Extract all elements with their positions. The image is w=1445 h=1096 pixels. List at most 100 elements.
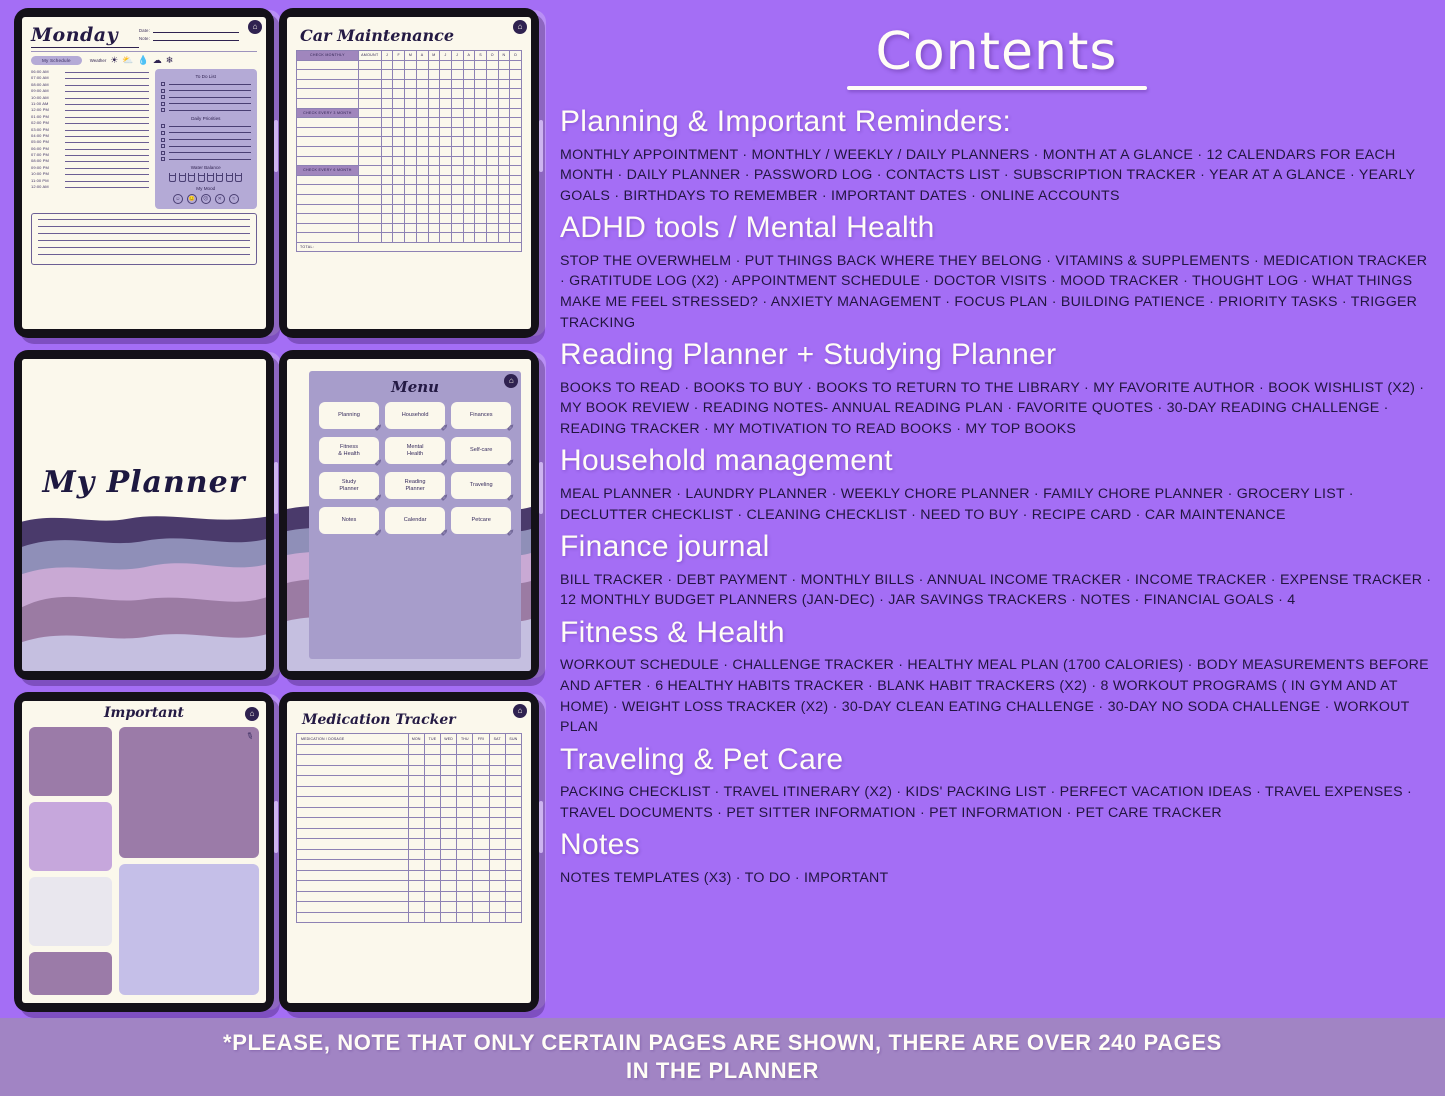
month-cell[interactable]: [427, 117, 441, 128]
month-cell[interactable]: [439, 97, 452, 109]
table-row[interactable]: [296, 203, 522, 215]
month-cell[interactable]: [439, 165, 452, 176]
tired-face-icon[interactable]: ≈: [228, 194, 239, 205]
month-cell[interactable]: [450, 222, 464, 234]
medication-cell[interactable]: [296, 806, 409, 818]
water-glass-icon[interactable]: [216, 173, 224, 183]
day-cell[interactable]: [472, 817, 490, 829]
checkbox[interactable]: [160, 95, 165, 100]
month-cell[interactable]: [485, 174, 499, 186]
schedule-slot[interactable]: 07:00 PM: [31, 152, 149, 157]
item-cell[interactable]: [296, 222, 359, 234]
month-cell[interactable]: [497, 88, 511, 99]
month-cell[interactable]: [380, 117, 394, 128]
month-cell[interactable]: [415, 145, 429, 157]
menu-button-reading-planner[interactable]: Reading Planner ✐: [385, 472, 448, 503]
day-cell[interactable]: [456, 806, 474, 818]
month-cell[interactable]: [404, 107, 417, 119]
day-cell[interactable]: [407, 848, 425, 860]
month-cell[interactable]: [439, 88, 452, 99]
day-cell[interactable]: [472, 796, 490, 808]
month-cell[interactable]: [474, 184, 487, 195]
month-cell[interactable]: [392, 117, 406, 128]
day-cell[interactable]: [440, 775, 458, 787]
home-icon[interactable]: ⌂: [513, 704, 527, 718]
day-cell[interactable]: [407, 796, 425, 808]
month-cell[interactable]: [380, 107, 394, 119]
month-cell[interactable]: [485, 126, 499, 138]
month-cell[interactable]: [380, 213, 394, 224]
month-cell[interactable]: [392, 107, 406, 119]
schedule-write-line[interactable]: [65, 72, 149, 73]
menu-button-notes[interactable]: Notes ✐: [318, 507, 382, 538]
day-cell[interactable]: [504, 796, 523, 808]
day-cell[interactable]: [423, 890, 442, 902]
checkbox[interactable]: [160, 157, 165, 162]
medication-cell[interactable]: [296, 754, 409, 766]
table-row[interactable]: [296, 890, 523, 902]
table-row[interactable]: [296, 775, 523, 787]
day-cell[interactable]: [407, 764, 425, 776]
water-glass-icon[interactable]: [197, 173, 205, 183]
day-cell[interactable]: [488, 827, 506, 839]
checkbox[interactable]: [160, 88, 165, 93]
day-cell[interactable]: [440, 817, 458, 829]
month-cell[interactable]: [415, 136, 429, 147]
day-cell[interactable]: [488, 754, 506, 766]
water-glass-icon[interactable]: [225, 173, 233, 183]
write-line[interactable]: [168, 96, 251, 98]
month-cell[interactable]: [450, 117, 464, 128]
schedule-write-line[interactable]: [65, 187, 149, 189]
day-cell[interactable]: [407, 890, 425, 902]
day-cell[interactable]: [407, 743, 425, 755]
water-glass-icon[interactable]: [178, 173, 186, 183]
month-cell[interactable]: [474, 136, 487, 147]
item-cell[interactable]: [296, 145, 359, 157]
day-cell[interactable]: [456, 827, 474, 839]
day-cell[interactable]: [423, 796, 442, 808]
day-cell[interactable]: [504, 890, 523, 902]
day-cell[interactable]: [456, 838, 474, 850]
menu-button-traveling[interactable]: Traveling ✐: [451, 472, 514, 503]
amount-cell[interactable]: [357, 88, 382, 99]
month-cell[interactable]: [404, 232, 417, 243]
schedule-write-line[interactable]: [65, 84, 149, 86]
month-cell[interactable]: [439, 213, 452, 224]
month-cell[interactable]: [509, 155, 522, 167]
day-cell[interactable]: [456, 890, 474, 902]
month-cell[interactable]: [497, 222, 511, 234]
day-cell[interactable]: [488, 880, 506, 892]
month-cell[interactable]: [509, 145, 522, 157]
item-cell[interactable]: [296, 155, 359, 167]
month-cell[interactable]: [380, 193, 394, 205]
day-cell[interactable]: [472, 890, 490, 902]
write-line[interactable]: [168, 103, 251, 105]
note-line[interactable]: [38, 247, 250, 249]
month-cell[interactable]: [439, 193, 452, 205]
month-cell[interactable]: [462, 117, 476, 128]
note-line[interactable]: [38, 240, 250, 242]
day-cell[interactable]: [504, 869, 523, 881]
month-cell[interactable]: [392, 78, 406, 90]
day-cell[interactable]: [488, 869, 506, 881]
day-cell[interactable]: [504, 754, 523, 766]
water-glass-icon[interactable]: [188, 173, 196, 183]
month-cell[interactable]: [404, 203, 417, 215]
schedule-slot[interactable]: 11:00 PM: [31, 178, 149, 183]
todo-item[interactable]: [160, 82, 251, 86]
item-cell[interactable]: [296, 232, 359, 243]
month-cell[interactable]: [439, 69, 452, 80]
table-row[interactable]: [296, 848, 523, 860]
day-cell[interactable]: [423, 869, 442, 881]
schedule-slot[interactable]: 03:00 PM: [31, 127, 149, 132]
day-cell[interactable]: [472, 827, 490, 839]
month-cell[interactable]: [462, 126, 476, 138]
checkbox[interactable]: [160, 124, 165, 129]
day-cell[interactable]: [472, 764, 490, 776]
month-cell[interactable]: [462, 193, 476, 205]
day-cell[interactable]: [423, 901, 442, 913]
item-cell[interactable]: [296, 59, 359, 71]
month-cell[interactable]: [415, 69, 429, 80]
day-cell[interactable]: [472, 911, 490, 923]
menu-button-calendar[interactable]: Calendar ✐: [385, 507, 448, 538]
